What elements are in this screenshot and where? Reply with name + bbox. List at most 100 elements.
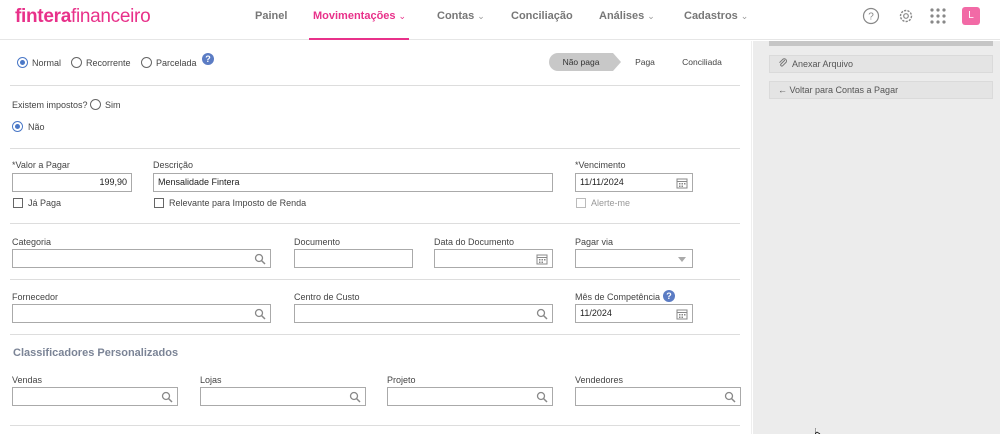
search-icon[interactable] [161, 391, 173, 403]
payment-form: Normal Recorrente Parcelada ? Não paga P… [0, 41, 752, 434]
pagar-via-label: Pagar via [575, 237, 614, 247]
nav-cadastros-label: Cadastros [684, 10, 738, 22]
status-nao-paga[interactable]: Não paga [549, 53, 621, 71]
radio-normal-label: Normal [32, 58, 62, 68]
nav-contas[interactable]: Contas ⌄ [437, 10, 485, 22]
voltar-contas-pagar-label: ← Voltar para Contas a Pagar [778, 85, 899, 95]
apps-grid-icon[interactable] [929, 7, 947, 25]
ja-paga-label: Já Paga [28, 198, 62, 208]
alerte-me-checkbox[interactable] [576, 198, 586, 208]
logo-bold-text: fintera [15, 6, 71, 27]
status-conciliada[interactable]: Conciliada [677, 53, 727, 71]
divider [10, 148, 740, 149]
divider [10, 85, 740, 86]
chevron-down-icon: ⌄ [647, 11, 655, 21]
ja-paga-checkbox[interactable] [13, 198, 23, 208]
vencimento-value: 11/11/2024 [580, 177, 624, 187]
nav-movimentacoes[interactable]: Movimentações ⌄ [313, 10, 406, 22]
search-icon[interactable] [724, 391, 736, 403]
calendar-icon[interactable] [676, 177, 688, 189]
valor-label: *Valor a Pagar [12, 160, 70, 170]
categoria-label: Categoria [12, 237, 52, 247]
documento-label: Documento [294, 237, 341, 247]
anexar-arquivo-label: Anexar Arquivo [792, 59, 854, 69]
nav-analises-label: Análises [599, 10, 645, 22]
radio-recorrente-label: Recorrente [86, 58, 131, 68]
centro-custo-input[interactable] [294, 304, 553, 323]
mes-competencia-label: Mês de Competência [575, 292, 661, 302]
active-nav-indicator [309, 38, 409, 40]
divider [10, 279, 740, 280]
help-icon[interactable]: ? [663, 290, 675, 302]
vendedores-label: Vendedores [575, 375, 624, 385]
mes-competencia-value: 11/2024 [580, 308, 612, 318]
paperclip-icon [779, 58, 787, 67]
search-icon[interactable] [536, 308, 548, 320]
user-avatar[interactable]: L [962, 7, 980, 25]
gear-icon[interactable] [897, 7, 915, 25]
search-icon[interactable] [254, 253, 266, 265]
search-icon[interactable] [254, 308, 266, 320]
centro-custo-label: Centro de Custo [294, 292, 360, 302]
projeto-label: Projeto [387, 375, 416, 385]
relevante-ir-label: Relevante para Imposto de Renda [169, 198, 307, 208]
status-paga[interactable]: Paga [627, 53, 663, 71]
vendas-input[interactable] [12, 387, 178, 406]
relevante-ir-checkbox[interactable] [154, 198, 164, 208]
radio-impostos-sim-label: Sim [105, 100, 121, 110]
search-icon[interactable] [349, 391, 361, 403]
help-icon[interactable]: ? [862, 7, 880, 25]
nav-conciliacao-label: Conciliação [511, 10, 573, 22]
mes-competencia-input[interactable]: 11/2024 [575, 304, 693, 323]
impostos-question: Existem impostos? [12, 100, 88, 110]
descricao-label: Descrição [153, 160, 194, 170]
divider [10, 223, 740, 224]
search-icon[interactable] [536, 391, 548, 403]
radio-recorrente[interactable] [71, 57, 82, 68]
vendedores-input[interactable] [575, 387, 741, 406]
sidebar-top-strip [769, 41, 993, 46]
radio-impostos-nao[interactable] [12, 121, 23, 132]
chevron-down-icon: ⌄ [477, 11, 485, 21]
right-sidebar: Anexar Arquivo ← Voltar para Contas a Pa… [753, 41, 1000, 434]
pagar-via-select[interactable] [575, 249, 693, 268]
chevron-down-icon: ⌄ [398, 11, 407, 21]
documento-input[interactable] [294, 249, 413, 268]
vendas-label: Vendas [12, 375, 43, 385]
nav-painel-label: Painel [255, 10, 288, 22]
categoria-input[interactable] [12, 249, 271, 268]
lojas-input[interactable] [200, 387, 366, 406]
fornecedor-input[interactable] [12, 304, 271, 323]
divider [10, 334, 740, 335]
descricao-input[interactable]: Mensalidade Fintera [153, 173, 553, 192]
divider [10, 425, 740, 426]
vencimento-label: *Vencimento [575, 160, 626, 170]
alerte-me-label: Alerte-me [591, 198, 631, 208]
voltar-contas-pagar-button[interactable]: ← Voltar para Contas a Pagar [769, 81, 993, 99]
svg-text:?: ? [868, 12, 874, 23]
calendar-icon[interactable] [676, 308, 688, 320]
radio-impostos-sim[interactable] [90, 99, 101, 110]
data-documento-input[interactable] [434, 249, 553, 268]
nav-conciliacao[interactable]: Conciliação [511, 10, 573, 22]
radio-parcelada-label: Parcelada [156, 58, 197, 68]
help-icon[interactable]: ? [202, 53, 214, 65]
dropdown-arrow-icon[interactable] [676, 253, 688, 265]
nav-cadastros[interactable]: Cadastros ⌄ [684, 10, 748, 22]
nav-movimentacoes-label: Movimentações [313, 10, 396, 22]
calendar-icon[interactable] [536, 253, 548, 265]
fornecedor-label: Fornecedor [12, 292, 59, 302]
nav-analises[interactable]: Análises ⌄ [599, 10, 655, 22]
mouse-cursor-icon [815, 428, 821, 434]
radio-parcelada[interactable] [141, 57, 152, 68]
valor-input[interactable]: 199,90 [12, 173, 132, 192]
radio-normal[interactable] [17, 57, 28, 68]
app-logo[interactable]: finterafinanceiro [15, 6, 151, 28]
nav-painel[interactable]: Painel [255, 10, 287, 22]
nav-contas-label: Contas [437, 10, 475, 22]
projeto-input[interactable] [387, 387, 553, 406]
top-navigation-bar: finterafinanceiro Painel Movimentações ⌄ … [0, 0, 1000, 40]
chevron-down-icon: ⌄ [740, 11, 749, 21]
anexar-arquivo-button[interactable]: Anexar Arquivo [769, 55, 993, 73]
vencimento-input[interactable]: 11/11/2024 [575, 173, 693, 192]
